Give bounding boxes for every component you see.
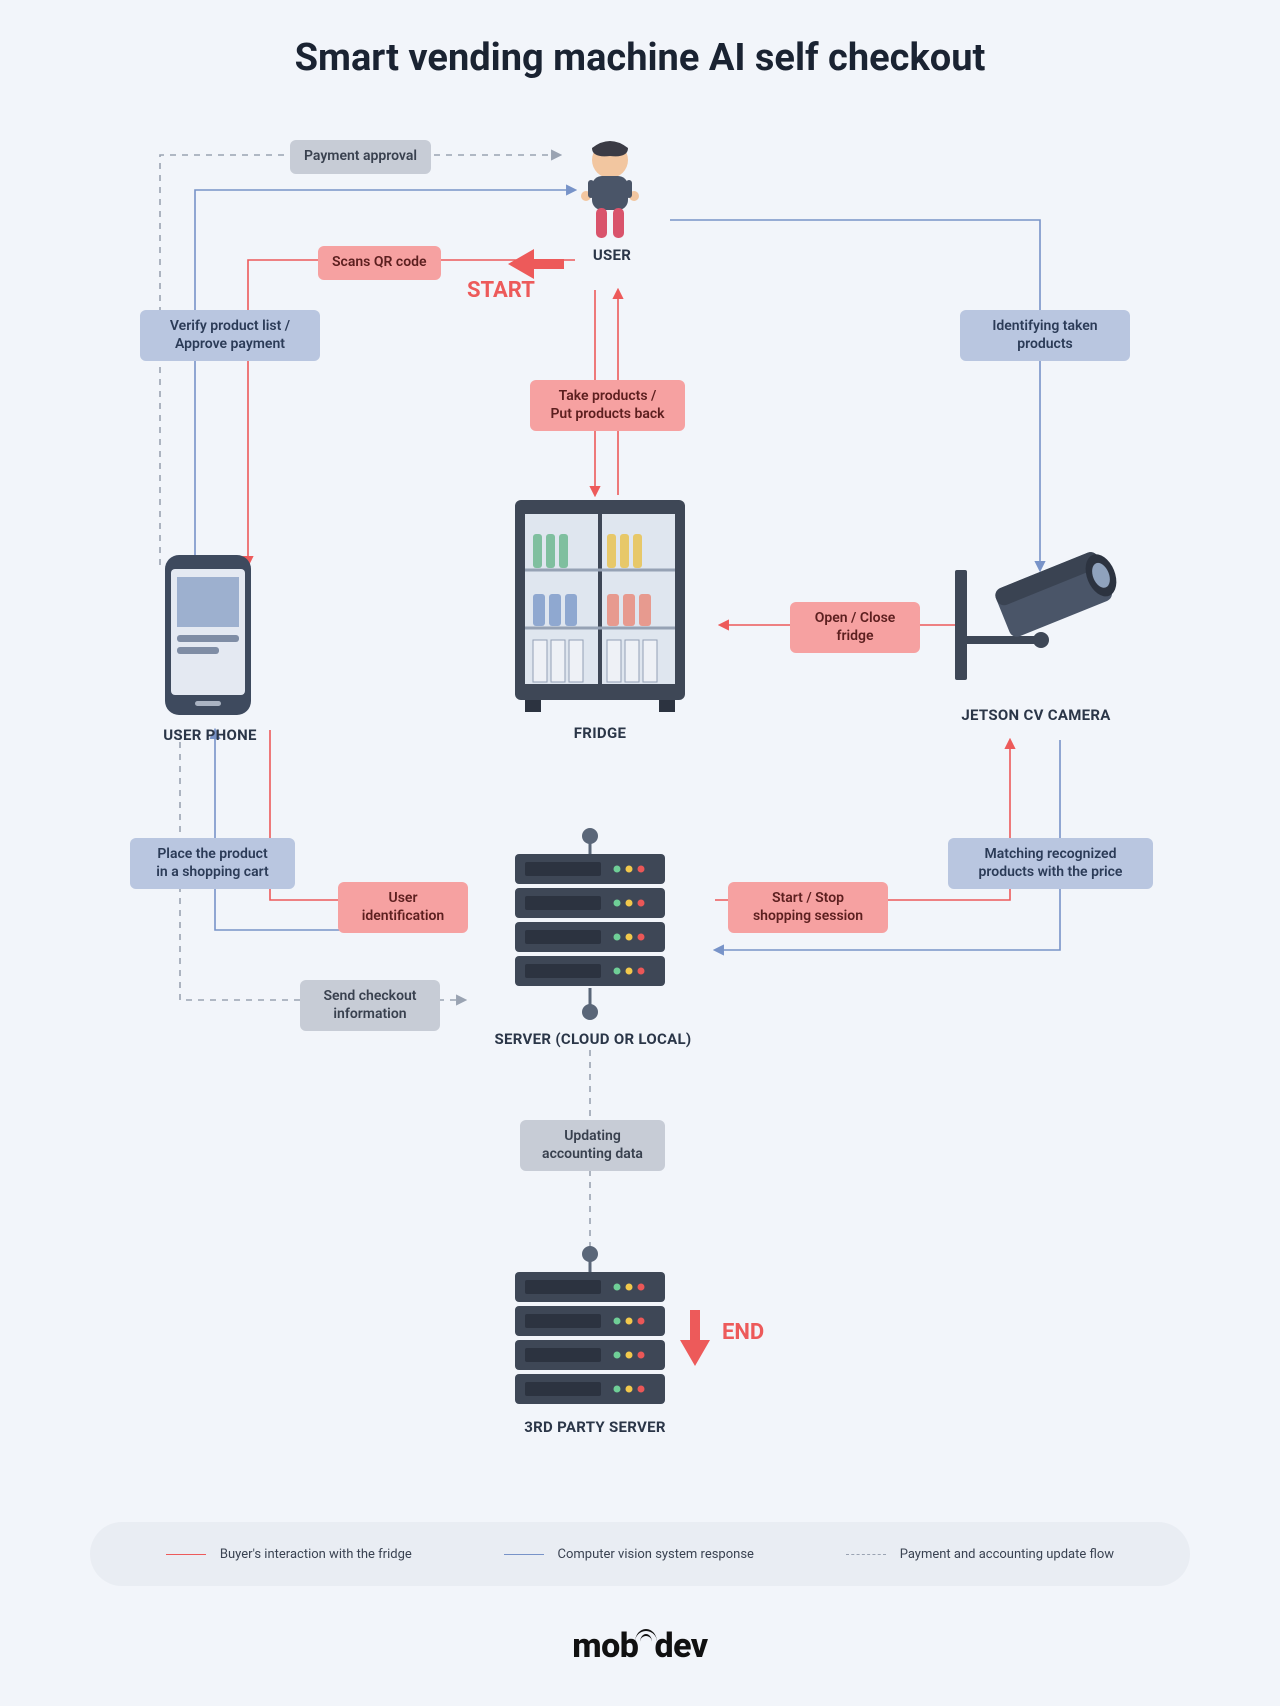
legend-swatch-blue bbox=[504, 1554, 544, 1555]
legend-text-red: Buyer's interaction with the fridge bbox=[220, 1547, 412, 1562]
third-party-server-icon bbox=[515, 1246, 665, 1404]
legend-item-gray: Payment and accounting update flow bbox=[846, 1547, 1114, 1562]
end-marker: END bbox=[722, 1320, 764, 1345]
edge-user-ident: User identification bbox=[338, 882, 468, 933]
user-icon bbox=[581, 141, 639, 238]
legend: Buyer's interaction with the fridge Comp… bbox=[90, 1522, 1190, 1586]
brand-text-part1: mob bbox=[572, 1626, 638, 1666]
node-camera-label: JETSON CV CAMERA bbox=[946, 706, 1126, 724]
start-marker: START bbox=[467, 278, 535, 303]
legend-swatch-gray bbox=[846, 1554, 886, 1555]
edge-start-stop: Start / Stop shopping session bbox=[728, 882, 888, 933]
edge-payment-approval: Payment approval bbox=[290, 140, 431, 174]
legend-item-blue: Computer vision system response bbox=[504, 1547, 754, 1562]
diagram-canvas: Smart vending machine AI self checkout bbox=[0, 0, 1280, 1706]
legend-text-gray: Payment and accounting update flow bbox=[900, 1547, 1114, 1562]
legend-item-red: Buyer's interaction with the fridge bbox=[166, 1547, 412, 1562]
node-3p-label: 3RD PARTY SERVER bbox=[510, 1418, 680, 1436]
legend-text-blue: Computer vision system response bbox=[558, 1547, 754, 1562]
edge-send-checkout: Send checkout information bbox=[300, 980, 440, 1031]
brand-logo: mobdev bbox=[0, 1626, 1280, 1666]
fridge-icon bbox=[515, 500, 685, 712]
camera-icon bbox=[955, 546, 1124, 680]
legend-swatch-red bbox=[166, 1554, 206, 1555]
node-server-label: SERVER (CLOUD OR LOCAL) bbox=[488, 1030, 698, 1048]
server-icon bbox=[515, 828, 665, 1020]
phone-icon bbox=[165, 555, 251, 715]
edge-matching: Matching recognized products with the pr… bbox=[948, 838, 1153, 889]
diagram-title: Smart vending machine AI self checkout bbox=[0, 36, 1280, 80]
edge-identifying: Identifying taken products bbox=[960, 310, 1130, 361]
edge-scans-qr: Scans QR code bbox=[318, 246, 441, 280]
edge-place-cart: Place the product in a shopping cart bbox=[130, 838, 295, 889]
node-fridge-label: FRIDGE bbox=[560, 724, 640, 742]
edge-open-close: Open / Close fridge bbox=[790, 602, 920, 653]
edge-updating: Updating accounting data bbox=[520, 1120, 665, 1171]
node-phone-label: USER PHONE bbox=[150, 726, 270, 744]
edge-verify-approve: Verify product list / Approve payment bbox=[140, 310, 320, 361]
edge-take-put: Take products / Put products back bbox=[530, 380, 685, 431]
node-user-label: USER bbox=[582, 246, 642, 264]
brand-text-part2: dev bbox=[654, 1626, 707, 1666]
wifi-icon bbox=[635, 1629, 657, 1643]
